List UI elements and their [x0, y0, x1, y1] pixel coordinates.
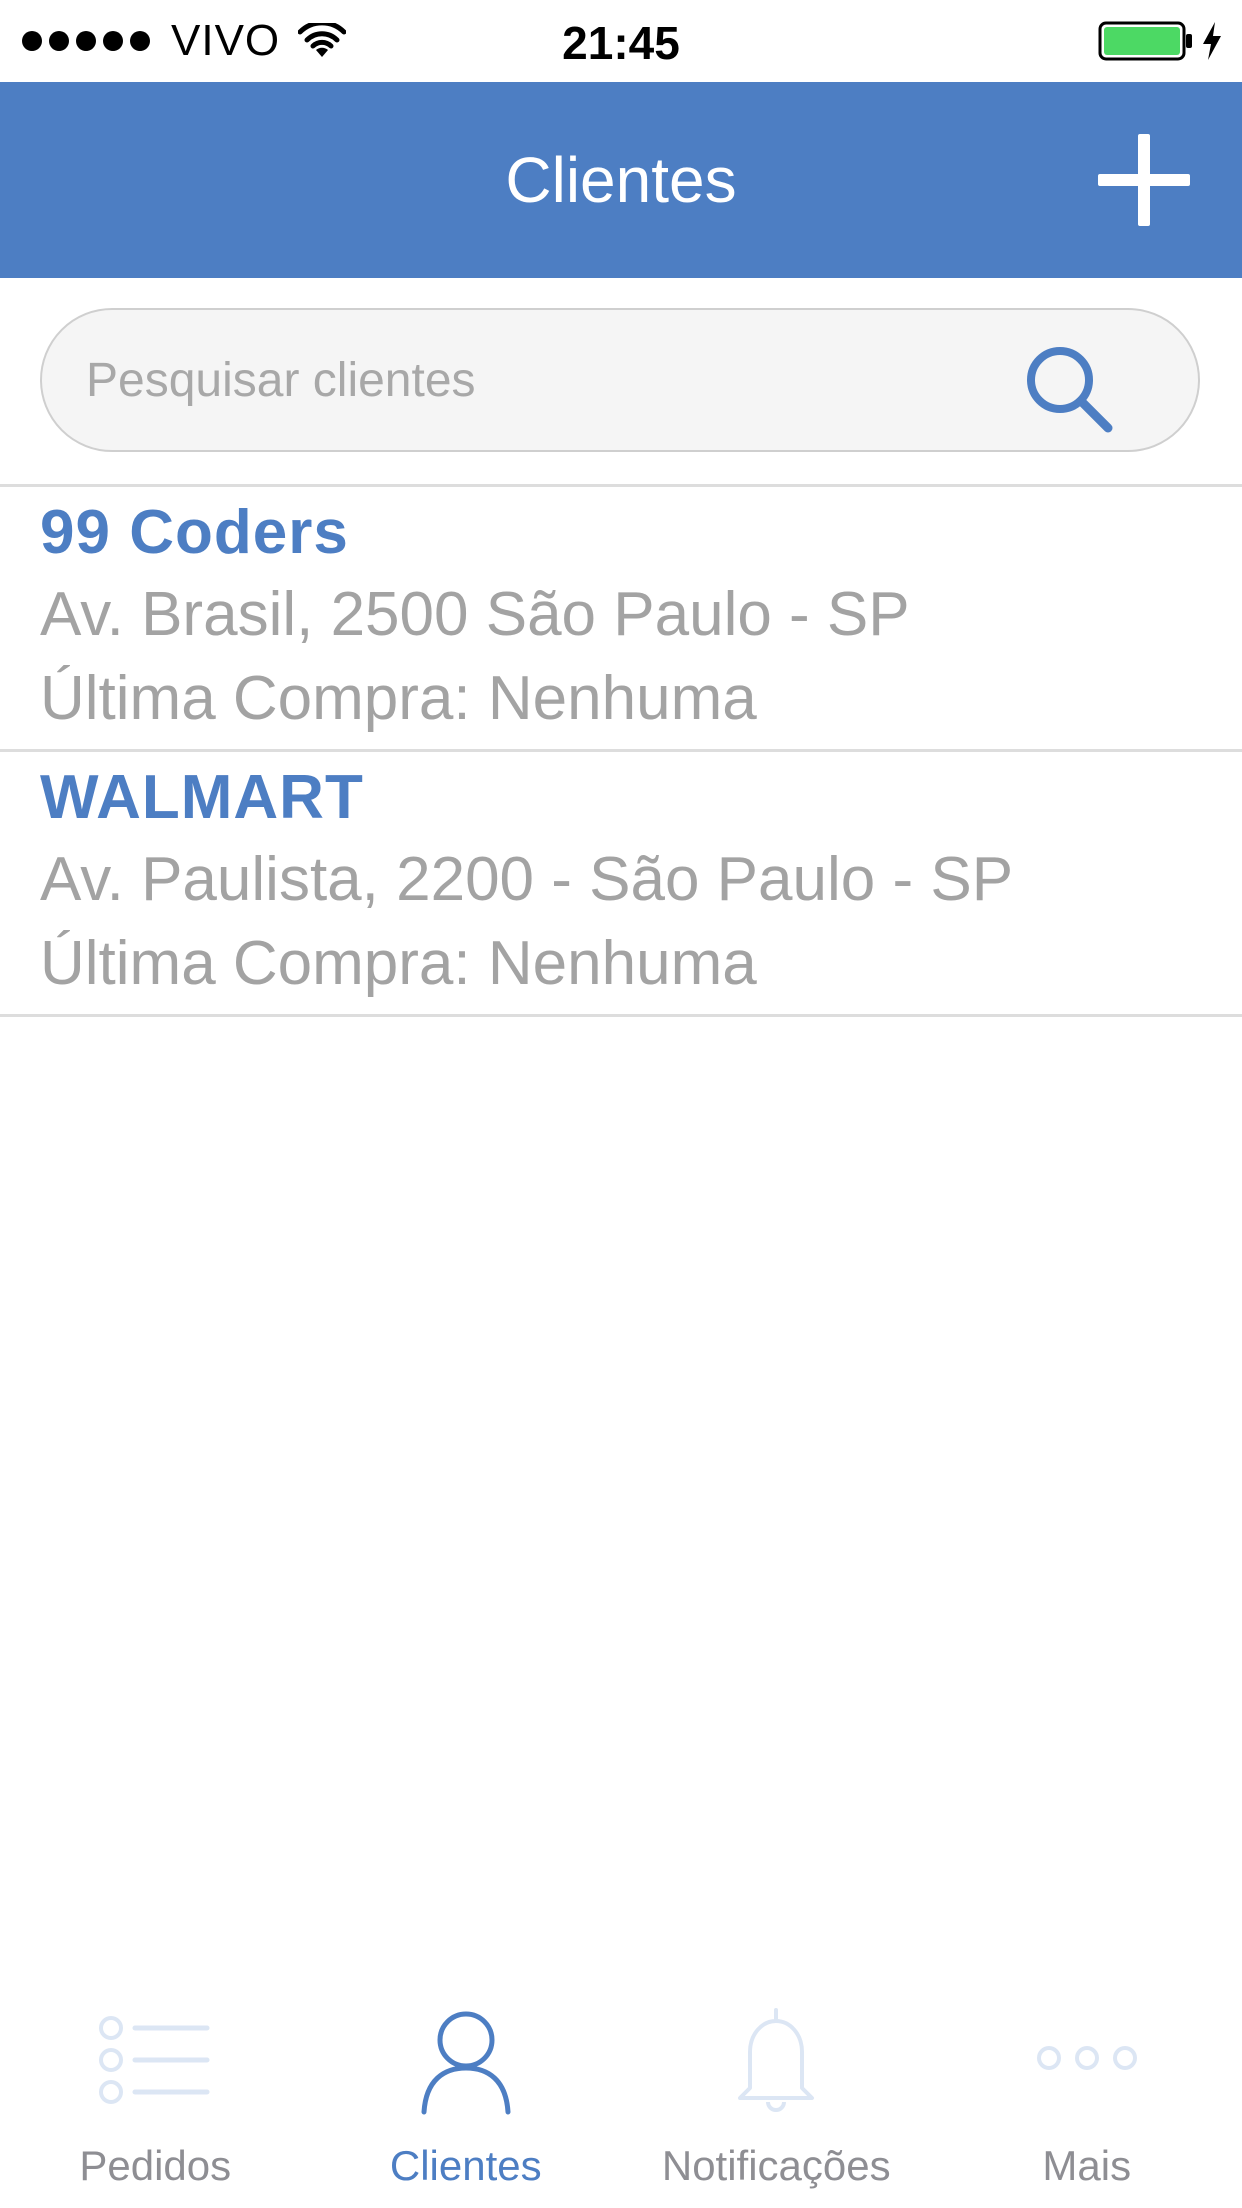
tab-clientes[interactable]: Clientes [311, 1980, 622, 2208]
tab-bar: Pedidos Clientes Notificações Mais [0, 1980, 1242, 2208]
tab-pedidos[interactable]: Pedidos [0, 1980, 311, 2208]
client-address: Av. Brasil, 2500 São Paulo - SP [40, 580, 910, 649]
client-address: Av. Paulista, 2200 - São Paulo - SP [40, 845, 1014, 914]
search-icon[interactable] [1020, 340, 1120, 440]
client-name: WALMART [40, 763, 364, 832]
status-right [1098, 0, 1224, 82]
status-bar: VIVO 21:45 [0, 0, 1242, 82]
list-item[interactable]: 99 Coders Av. Brasil, 2500 São Paulo - S… [0, 487, 1242, 752]
tab-mais[interactable]: Mais [932, 1980, 1242, 2208]
tab-label: Clientes [389, 2142, 542, 2189]
tab-label: Notificações [661, 2142, 891, 2189]
list-icon [99, 2016, 210, 2104]
person-icon [421, 2011, 511, 2115]
search-input[interactable] [86, 310, 1026, 450]
bell-icon [738, 2008, 815, 2112]
more-dots-icon [1036, 2046, 1137, 2070]
tab-label: Mais [1042, 2142, 1132, 2189]
search-field[interactable] [40, 308, 1200, 452]
client-list: 99 Coders Av. Brasil, 2500 São Paulo - S… [0, 484, 1242, 1017]
tab-notificacoes[interactable]: Notificações [621, 1980, 932, 2208]
page-title: Clientes [505, 144, 737, 216]
client-last-purchase: Última Compra: Nenhuma [40, 664, 757, 733]
status-time: 21:45 [562, 17, 680, 69]
client-name: 99 Coders [40, 498, 349, 567]
search-area [0, 278, 1242, 484]
nav-bar: Clientes [0, 82, 1242, 278]
client-last-purchase: Última Compra: Nenhuma [40, 929, 757, 998]
add-client-button[interactable] [1094, 130, 1194, 230]
charging-bolt-icon [1203, 22, 1221, 60]
tab-label: Pedidos [79, 2142, 232, 2189]
list-item[interactable]: WALMART Av. Paulista, 2200 - São Paulo -… [0, 752, 1242, 1017]
battery-charging-icon [1098, 21, 1192, 61]
